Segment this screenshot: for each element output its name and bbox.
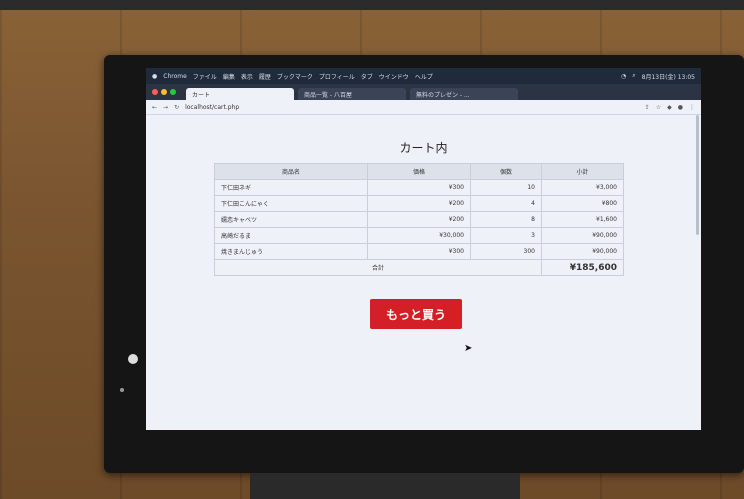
col-header-name: 商品名 [214,163,368,180]
cell-name: 下仁田こんにゃく [214,195,368,212]
menu-item[interactable]: ファイル [193,72,217,81]
bezel-led [120,388,124,392]
cell-subtotal: ¥90,000 [541,243,624,260]
col-header-price: 価格 [367,163,471,180]
cell-name: 高崎だるま [214,227,368,244]
close-window-button[interactable] [152,89,158,95]
menu-item[interactable]: プロフィール [319,72,355,81]
more-icon[interactable]: ⋮ [689,104,695,111]
menu-item[interactable]: ウインドウ [379,72,409,81]
wifi-icon[interactable]: ◔ [621,73,626,80]
menu-item[interactable]: 履歴 [259,72,271,81]
tab-products[interactable]: 商品一覧 - 八百屋 [298,88,406,100]
cell-qty: 10 [470,179,542,196]
cart-page: カート内 商品名 価格 個数 小計 下仁田ネギ ¥300 10 ¥3,000 下… [146,115,701,430]
menu-item[interactable]: Chrome [163,73,187,80]
col-header-qty: 個数 [470,163,542,180]
page-scrollbar[interactable] [696,115,699,235]
cell-price: ¥300 [367,243,471,260]
cell-qty: 8 [470,211,542,228]
table-row: 高崎だるま ¥30,000 3 ¥90,000 [214,227,624,244]
cell-qty: 4 [470,195,542,212]
tab-presentation[interactable]: 無料のプレゼン - ... [410,88,518,100]
share-icon[interactable]: ⇪ [645,104,650,111]
cell-name: 嬬恋キャベツ [214,211,368,228]
menu-item[interactable]: ヘルプ [415,72,433,81]
total-label: 合計 [214,259,542,276]
table-header-row: 商品名 価格 個数 小計 [214,163,624,180]
tab-label: 無料のプレゼン - ... [416,91,470,99]
bezel-light [128,354,138,364]
cell-price: ¥30,000 [367,227,471,244]
screen: ● Chrome ファイル 編集 表示 履歴 ブックマーク プロフィール タブ … [146,68,701,430]
total-row: 合計 ¥185,600 [214,259,624,276]
cell-subtotal: ¥800 [541,195,624,212]
cell-name: 下仁田ネギ [214,179,368,196]
os-menubar: ● Chrome ファイル 編集 表示 履歴 ブックマーク プロフィール タブ … [146,68,701,84]
cell-subtotal: ¥1,600 [541,211,624,228]
tab-cart[interactable]: カート [186,88,294,100]
back-icon[interactable]: ← [152,104,157,111]
cell-subtotal: ¥3,000 [541,179,624,196]
table-row: 下仁田こんにゃく ¥200 4 ¥800 [214,195,624,212]
extensions-icon[interactable]: ◆ [667,104,672,111]
cell-qty: 3 [470,227,542,244]
window-controls [152,84,176,100]
cell-subtotal: ¥90,000 [541,227,624,244]
tab-label: カート [192,91,211,99]
menu-item[interactable]: ブックマーク [277,72,313,81]
total-value: ¥185,600 [541,259,624,276]
col-header-subtotal: 小計 [541,163,624,180]
cell-qty: 300 [470,243,542,260]
minimize-window-button[interactable] [161,89,167,95]
address-bar: ← → ↻ localhost/cart.php ⇪ ☆ ◆ ● ⋮ [146,100,701,115]
reload-icon[interactable]: ↻ [174,104,179,111]
table-row: 嬬恋キャベツ ¥200 8 ¥1,600 [214,211,624,228]
menu-item[interactable]: 編集 [223,72,235,81]
table-row: 焼きまんじゅう ¥300 300 ¥90,000 [214,243,624,260]
page-title: カート内 [399,141,448,155]
maximize-window-button[interactable] [170,89,176,95]
cell-price: ¥200 [367,211,471,228]
cell-name: 焼きまんじゅう [214,243,368,260]
star-icon[interactable]: ☆ [656,104,661,111]
ceiling-strip [0,0,744,10]
forward-icon[interactable]: → [163,104,168,111]
profile-icon[interactable]: ● [678,104,683,111]
mouse-cursor-icon: ➤ [464,343,473,354]
search-icon[interactable]: ⌕ [632,72,635,80]
menubar-clock: 8月13日(金) 13:05 [641,73,695,81]
cell-price: ¥300 [367,179,471,196]
table-row: 下仁田ネギ ¥300 10 ¥3,000 [214,179,624,196]
tab-label: 商品一覧 - 八百屋 [304,91,352,99]
apple-icon[interactable]: ● [152,73,157,80]
buy-more-button[interactable]: もっと買う [370,299,462,329]
cell-price: ¥200 [367,195,471,212]
menu-item[interactable]: タブ [361,72,373,81]
monitor-stand [250,473,520,499]
url-field[interactable]: localhost/cart.php [185,104,239,111]
menu-item[interactable]: 表示 [241,72,253,81]
cart-table: 商品名 価格 個数 小計 下仁田ネギ ¥300 10 ¥3,000 下仁田こんに… [214,163,624,276]
browser-tabbar: カート 商品一覧 - 八百屋 無料のプレゼン - ... [146,84,701,100]
